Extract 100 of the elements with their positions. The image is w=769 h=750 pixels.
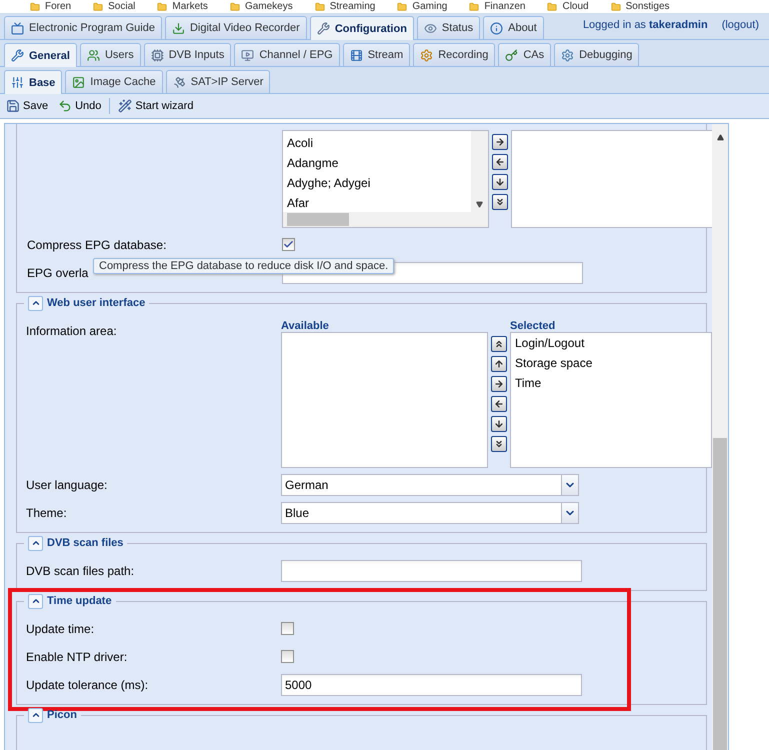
scrollbar[interactable] xyxy=(283,212,488,227)
move-button[interactable] xyxy=(491,356,507,372)
input-field[interactable]: 5000 xyxy=(281,674,582,696)
tab-icon xyxy=(86,48,100,62)
dropdown[interactable]: Blue xyxy=(281,502,579,524)
tab[interactable]: Electronic Program Guide xyxy=(4,16,162,39)
checkbox[interactable] xyxy=(282,238,295,251)
arrow-icon xyxy=(495,157,505,167)
bookmark[interactable]: Foren xyxy=(30,1,72,12)
tab-icon xyxy=(561,48,574,62)
move-button[interactable] xyxy=(491,376,507,392)
bookmark[interactable]: Gamekeys xyxy=(230,1,293,12)
arrow-icon xyxy=(495,137,505,147)
wizard-icon xyxy=(118,99,132,113)
tab[interactable]: Recording xyxy=(413,43,496,66)
tab[interactable]: Users xyxy=(80,43,141,66)
folder-icon xyxy=(610,2,621,12)
tab-icon xyxy=(172,22,185,34)
scroll-up-icon[interactable] xyxy=(716,134,724,141)
move-button[interactable] xyxy=(491,436,507,452)
collapse-toggle[interactable] xyxy=(28,536,43,550)
tab[interactable]: Channel / EPG xyxy=(234,43,340,66)
tab-icon xyxy=(11,76,24,89)
tab[interactable]: Configuration xyxy=(310,16,414,40)
chevron-up-icon xyxy=(30,710,40,720)
list-heading: Selected xyxy=(510,320,556,332)
arrow-icon xyxy=(494,419,504,429)
field-label: Compress EPG database: xyxy=(27,237,166,254)
move-button[interactable] xyxy=(492,154,508,170)
list-item[interactable]: Time xyxy=(511,373,711,393)
checkbox[interactable] xyxy=(281,650,294,663)
move-button[interactable] xyxy=(492,134,508,150)
bookmark[interactable]: Streaming xyxy=(314,1,376,12)
save-button[interactable]: Save xyxy=(4,98,50,114)
tab-icon xyxy=(172,76,186,88)
scroll-down-icon[interactable] xyxy=(476,201,483,208)
collapse-toggle[interactable] xyxy=(28,296,43,310)
tab-icon xyxy=(316,22,330,35)
login-status: Logged in as takeradmin (logout) xyxy=(582,19,760,33)
folder-icon xyxy=(157,2,168,12)
selected-list[interactable]: Login/Logout Storage space Time xyxy=(510,332,712,468)
tab[interactable]: DVB Inputs xyxy=(144,43,232,66)
arrow-icon xyxy=(494,339,504,349)
tab[interactable]: About xyxy=(483,16,544,39)
save-icon xyxy=(6,99,20,113)
logout-link[interactable]: (logout) xyxy=(722,19,759,31)
folder-icon xyxy=(230,2,240,12)
list-item[interactable]: Adangme xyxy=(283,153,471,173)
bookmark[interactable]: Gaming xyxy=(397,1,448,12)
move-button[interactable] xyxy=(491,336,507,352)
move-button[interactable] xyxy=(491,396,507,412)
undo-button[interactable]: Undo xyxy=(56,98,104,114)
folder-icon xyxy=(314,2,325,12)
list-item[interactable]: Login/Logout xyxy=(511,333,711,353)
group-title: Time update xyxy=(47,595,112,607)
dropdown[interactable]: German xyxy=(281,474,579,496)
move-button[interactable] xyxy=(492,174,508,190)
checkmark-icon xyxy=(283,239,294,250)
chevron-up-icon xyxy=(30,538,40,548)
field-label: Update tolerance (ms): xyxy=(26,677,148,694)
tab[interactable]: Status xyxy=(416,16,480,39)
move-button[interactable] xyxy=(491,416,507,432)
tab-icon xyxy=(490,22,504,34)
undo-icon xyxy=(58,99,72,113)
arrow-icon xyxy=(495,197,505,207)
tooltip: Compress the EPG database to reduce disk I/O and space. xyxy=(93,258,394,274)
checkbox[interactable] xyxy=(281,622,294,635)
tab[interactable]: Base xyxy=(4,70,62,94)
collapse-toggle[interactable] xyxy=(28,708,43,722)
bookmark[interactable]: Markets xyxy=(157,1,208,12)
wizard-button[interactable]: Start wizard xyxy=(116,98,196,114)
language-list[interactable]: Acoli Adangme Adyghe; Adygei Afar xyxy=(282,130,489,228)
tab[interactable]: General xyxy=(4,43,77,67)
tab[interactable]: Image Cache xyxy=(65,70,163,93)
tab-icon xyxy=(150,48,164,62)
bookmark[interactable]: Finanzen xyxy=(469,1,526,12)
group-title: Picon xyxy=(47,709,77,721)
bookmark[interactable]: Cloud xyxy=(547,1,589,12)
move-button[interactable] xyxy=(492,194,508,210)
arrow-icon xyxy=(494,379,504,389)
list-item[interactable]: Acoli xyxy=(283,133,471,153)
bookmark[interactable]: Sonstiges xyxy=(610,1,670,12)
tab[interactable]: CAs xyxy=(498,43,552,66)
tab-icon xyxy=(420,48,434,62)
bookmark[interactable]: Social xyxy=(93,1,136,12)
collapse-toggle[interactable] xyxy=(28,594,43,608)
folder-icon xyxy=(30,2,40,12)
tab[interactable]: Digital Video Recorder xyxy=(164,16,307,39)
list-item[interactable]: Adyghe; Adygei xyxy=(283,173,471,193)
arrow-icon xyxy=(494,399,504,409)
tab[interactable]: SAT>IP Server xyxy=(166,70,270,93)
tab[interactable]: Debugging xyxy=(554,43,640,66)
chevron-up-icon xyxy=(30,596,40,606)
chevron-up-icon xyxy=(30,298,40,308)
list-item[interactable]: Storage space xyxy=(511,353,711,373)
list-item[interactable]: Afar xyxy=(283,193,471,212)
scrollbar[interactable] xyxy=(712,124,728,750)
input-field[interactable] xyxy=(281,560,582,582)
field-label: User language: xyxy=(26,477,108,494)
tab[interactable]: Stream xyxy=(342,43,410,66)
